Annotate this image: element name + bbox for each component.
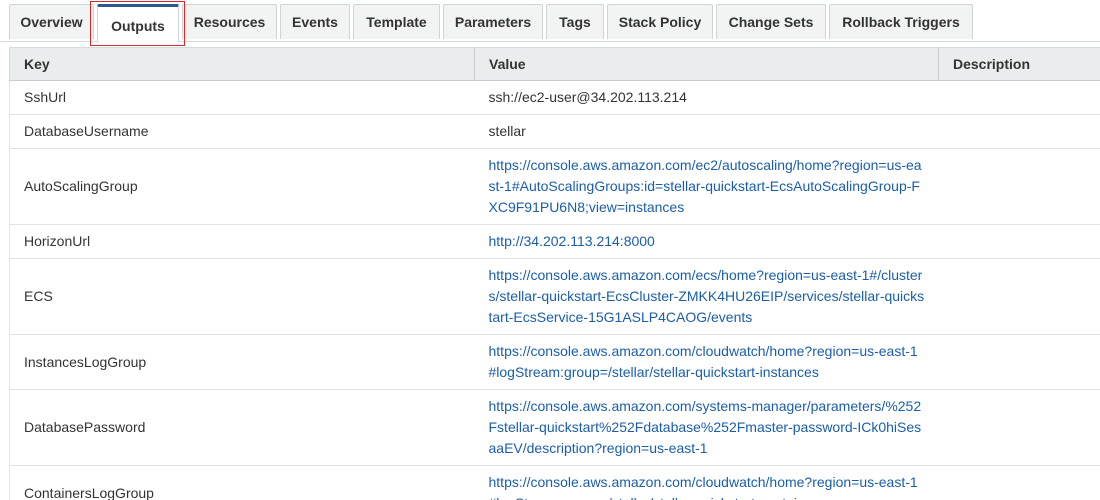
- row-key: DatabasePassword: [9, 389, 475, 466]
- row-key: InstancesLogGroup: [9, 334, 475, 390]
- row-key: SshUrl: [9, 80, 475, 115]
- row-value: https://console.aws.amazon.com/cloudwatc…: [474, 465, 939, 500]
- outputs-table: Key Value Description SshUrl ssh://ec2-u…: [9, 47, 1100, 500]
- row-key: ECS: [9, 258, 475, 335]
- outputs-panel: Overview Outputs Resources Events Templa…: [0, 0, 1100, 500]
- tab-rollback-triggers[interactable]: Rollback Triggers: [829, 4, 973, 39]
- row-key: HorizonUrl: [9, 224, 475, 259]
- row-value: https://console.aws.amazon.com/ecs/home?…: [474, 258, 939, 335]
- output-link[interactable]: https://console.aws.amazon.com/ecs/home?…: [489, 267, 925, 325]
- row-description: [938, 224, 1100, 259]
- tab-stack-policy[interactable]: Stack Policy: [607, 4, 713, 39]
- tab-bar: Overview Outputs Resources Events Templa…: [0, 0, 1100, 46]
- row-description: [938, 465, 1100, 500]
- row-key: ContainersLogGroup: [9, 465, 475, 500]
- tab-outputs[interactable]: Outputs: [97, 4, 179, 42]
- table-row: InstancesLogGroup https://console.aws.am…: [9, 334, 1100, 390]
- table-row: HorizonUrl http://34.202.113.214:8000: [9, 224, 1100, 259]
- row-value: ssh://ec2-user@34.202.113.214: [474, 80, 939, 115]
- tab-template[interactable]: Template: [353, 4, 440, 39]
- row-description: [938, 334, 1100, 390]
- table-row: DatabaseUsername stellar: [9, 114, 1100, 149]
- row-key: DatabaseUsername: [9, 114, 475, 149]
- tab-resources[interactable]: Resources: [182, 4, 277, 39]
- column-header-description[interactable]: Description: [938, 47, 1100, 81]
- row-value: http://34.202.113.214:8000: [474, 224, 939, 259]
- table-row: SshUrl ssh://ec2-user@34.202.113.214: [9, 80, 1100, 115]
- row-description: [938, 80, 1100, 115]
- table-row: ECS https://console.aws.amazon.com/ecs/h…: [9, 258, 1100, 335]
- output-link[interactable]: https://console.aws.amazon.com/cloudwatc…: [489, 343, 918, 380]
- column-header-value[interactable]: Value: [474, 47, 939, 81]
- row-description: [938, 389, 1100, 466]
- output-link[interactable]: http://34.202.113.214:8000: [489, 233, 655, 249]
- tab-events[interactable]: Events: [280, 4, 350, 39]
- output-link[interactable]: https://console.aws.amazon.com/systems-m…: [489, 398, 922, 456]
- outputs-table-container: Key Value Description SshUrl ssh://ec2-u…: [9, 47, 1100, 500]
- row-key: AutoScalingGroup: [9, 148, 475, 225]
- tab-change-sets[interactable]: Change Sets: [716, 4, 826, 39]
- row-description: [938, 114, 1100, 149]
- table-row: ContainersLogGroup https://console.aws.a…: [9, 465, 1100, 500]
- table-header-row: Key Value Description: [9, 47, 1100, 81]
- row-value: https://console.aws.amazon.com/ec2/autos…: [474, 148, 939, 225]
- row-description: [938, 258, 1100, 335]
- tab-parameters[interactable]: Parameters: [443, 4, 543, 39]
- row-value: https://console.aws.amazon.com/cloudwatc…: [474, 334, 939, 390]
- column-header-key[interactable]: Key: [9, 47, 475, 81]
- tab-tags[interactable]: Tags: [546, 4, 604, 39]
- row-description: [938, 148, 1100, 225]
- table-row: AutoScalingGroup https://console.aws.ama…: [9, 148, 1100, 225]
- table-row: DatabasePassword https://console.aws.ama…: [9, 389, 1100, 466]
- row-value: https://console.aws.amazon.com/systems-m…: [474, 389, 939, 466]
- tab-overview[interactable]: Overview: [9, 4, 94, 39]
- row-value: stellar: [474, 114, 939, 149]
- output-link[interactable]: https://console.aws.amazon.com/cloudwatc…: [489, 474, 918, 500]
- output-link[interactable]: https://console.aws.amazon.com/ec2/autos…: [489, 157, 922, 215]
